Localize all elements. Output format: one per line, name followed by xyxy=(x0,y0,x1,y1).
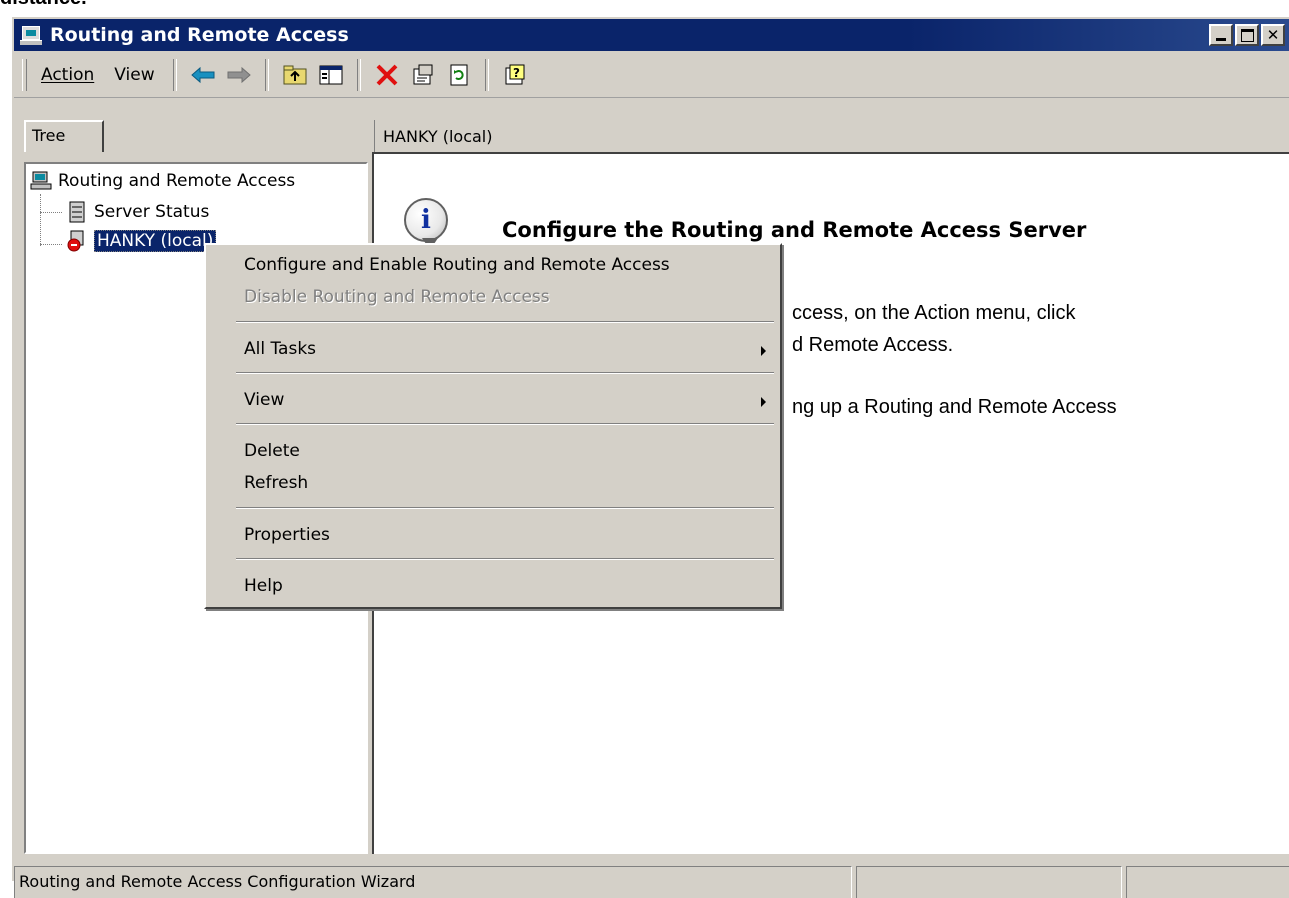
menu-item-refresh[interactable]: Refresh xyxy=(244,473,308,493)
context-menu: Configure and Enable Routing and Remote … xyxy=(204,243,782,609)
toolbar-separator xyxy=(264,59,269,91)
menu-separator xyxy=(236,558,774,560)
toolbar-grip[interactable] xyxy=(22,59,27,91)
computer-icon xyxy=(30,170,52,192)
tree-item-label: HANKY (local) xyxy=(94,230,217,252)
menu-item-configure-enable[interactable]: Configure and Enable Routing and Remote … xyxy=(244,255,670,275)
tree-connector xyxy=(40,244,62,245)
menu-separator xyxy=(236,321,774,323)
page-caption: distance. xyxy=(0,0,87,8)
content-title: Configure the Routing and Remote Access … xyxy=(502,218,1087,242)
menu-item-view[interactable]: View xyxy=(244,390,284,410)
menu-item-properties[interactable]: Properties xyxy=(244,525,330,545)
content-text-line3: ng up a Routing and Remote Access xyxy=(792,396,1117,418)
tree-item-root[interactable]: Routing and Remote Access xyxy=(30,170,295,192)
status-panel-2 xyxy=(856,866,1122,898)
forward-arrow-icon[interactable] xyxy=(225,61,253,89)
submenu-arrow-icon xyxy=(761,397,766,407)
show-hide-tree-icon[interactable] xyxy=(317,61,345,89)
toolbar-separator xyxy=(484,59,489,91)
menu-separator xyxy=(236,423,774,425)
tree-item-hanky-local[interactable]: HANKY (local) xyxy=(66,230,217,252)
menu-item-all-tasks[interactable]: All Tasks xyxy=(244,339,316,359)
tree-connector xyxy=(40,194,41,246)
tree-item-label: Server Status xyxy=(94,202,210,222)
menu-view[interactable]: View xyxy=(104,65,164,85)
window-controls: ✕ xyxy=(1209,24,1285,46)
delete-icon[interactable] xyxy=(373,61,401,89)
close-icon: ✕ xyxy=(1266,25,1280,44)
window-title: Routing and Remote Access xyxy=(50,24,349,46)
menu-separator xyxy=(236,372,774,374)
menu-item-disable: Disable Routing and Remote Access xyxy=(244,287,550,307)
server-stopped-icon xyxy=(66,230,88,252)
menu-action[interactable]: Action xyxy=(31,65,104,85)
maximize-icon xyxy=(1240,28,1254,42)
maximize-button[interactable] xyxy=(1235,24,1259,46)
toolbar-separator xyxy=(356,59,361,91)
tree-item-server-status[interactable]: Server Status xyxy=(66,201,209,223)
status-bar: Routing and Remote Access Configuration … xyxy=(14,858,1289,898)
back-arrow-icon[interactable] xyxy=(189,61,217,89)
minimize-button[interactable] xyxy=(1209,24,1233,46)
computer-icon xyxy=(20,25,42,45)
right-pane-header: HANKY (local) xyxy=(374,120,1289,154)
menu-separator xyxy=(236,507,774,509)
content-text-line2: d Remote Access. xyxy=(792,334,954,356)
close-button[interactable]: ✕ xyxy=(1261,24,1285,46)
properties-icon[interactable] xyxy=(409,61,437,89)
info-icon: i xyxy=(404,198,448,242)
tree-root-label: Routing and Remote Access xyxy=(58,171,296,191)
tree-connector xyxy=(40,212,62,213)
toolbar: Action View ? xyxy=(14,53,1289,98)
menu-item-delete[interactable]: Delete xyxy=(244,441,300,461)
refresh-icon[interactable] xyxy=(445,61,473,89)
server-status-icon xyxy=(66,201,88,223)
help-icon[interactable]: ? xyxy=(501,61,529,89)
minimize-icon xyxy=(1216,37,1226,41)
tab-tree[interactable]: Tree xyxy=(24,120,104,152)
menu-item-help[interactable]: Help xyxy=(244,576,283,596)
content-text-line1: ccess, on the Action menu, click xyxy=(792,302,1076,324)
title-bar[interactable]: Routing and Remote Access ✕ xyxy=(14,19,1289,51)
svg-text:?: ? xyxy=(513,66,520,80)
toolbar-separator xyxy=(172,59,177,91)
submenu-arrow-icon xyxy=(761,346,766,356)
status-panel-3 xyxy=(1126,866,1289,898)
status-text: Routing and Remote Access Configuration … xyxy=(14,866,852,898)
up-folder-icon[interactable] xyxy=(281,61,309,89)
